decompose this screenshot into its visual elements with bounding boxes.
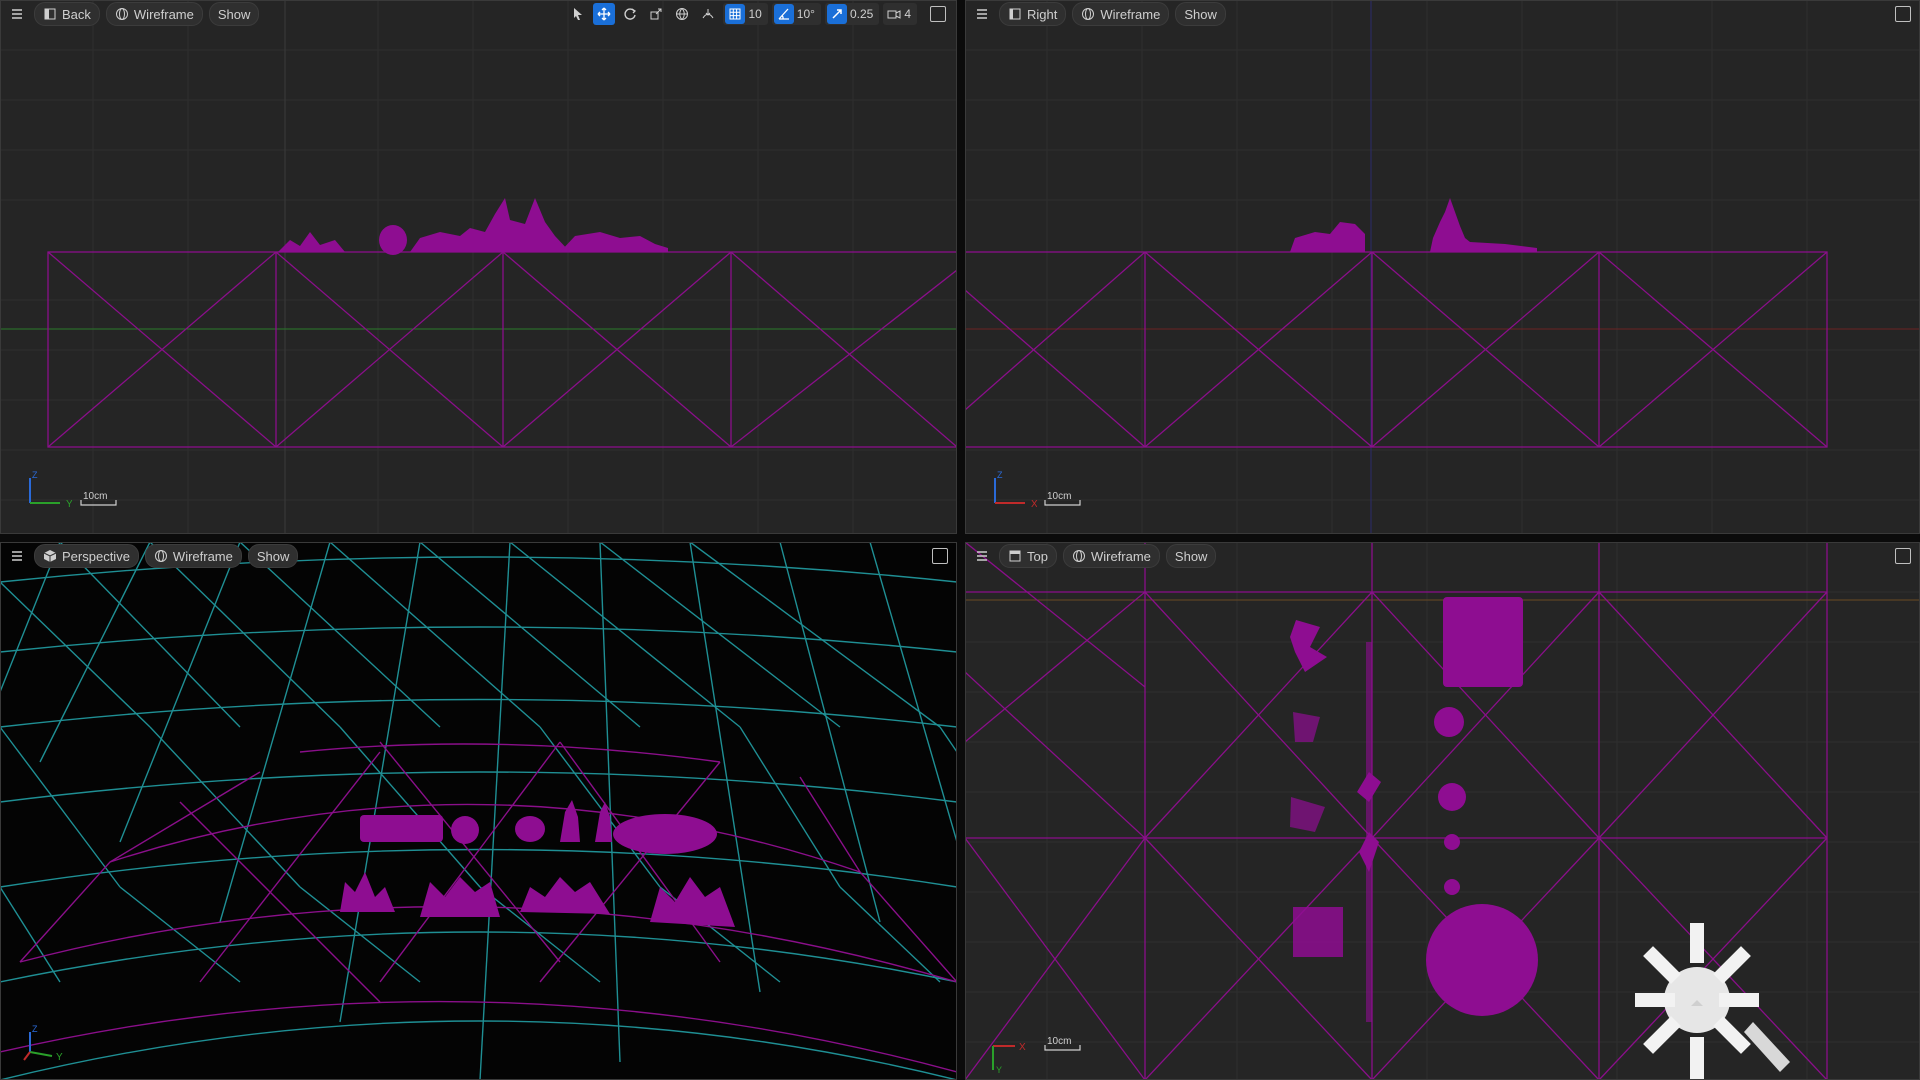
scale-snap-icon [826,4,847,24]
maximize-icon[interactable] [1892,545,1914,567]
grid-icon [725,4,746,24]
foliage-top [1290,597,1538,1022]
viewport-back[interactable]: Back Wireframe Show 10 10° 0.25 4 Y Z 10… [0,0,957,534]
hamburger-menu-icon[interactable] [971,545,993,567]
wireframe-sphere-icon [1082,8,1095,20]
show-button[interactable]: Show [208,2,260,26]
show-label: Show [1184,6,1217,22]
right-toolbar: Right Wireframe Show [965,0,1920,28]
wireframe-sphere-icon [1072,550,1085,562]
scale-bar [1044,1045,1081,1051]
maximize-icon[interactable] [1892,3,1914,25]
view-cube-icon [44,8,56,20]
show-button[interactable]: Show [1175,2,1226,26]
view-type-label: Perspective [62,548,130,564]
maximize-icon[interactable] [929,545,951,567]
angle-icon [773,4,794,24]
view-type-button[interactable]: Top [999,544,1057,568]
show-button[interactable]: Show [1165,544,1217,568]
scale-bar [1044,500,1081,506]
scale-snap-value: 0.25 [849,7,874,21]
rotation-snap-value: 10° [796,7,815,21]
viewport-top[interactable]: Top Wireframe Show X Y 10cm [965,542,1920,1080]
axis-x-label: X [1019,1042,1026,1053]
view-type-label: Right [1027,6,1058,22]
hamburger-menu-icon[interactable] [971,3,993,25]
show-label: Show [217,6,251,22]
view-cube-icon [1009,8,1021,20]
axis-indicator-top: X Y [992,1042,1026,1074]
view-mode-button[interactable]: Wireframe [1072,2,1170,26]
view-type-label: Back [62,6,91,22]
wireframe-sphere-icon [115,8,128,20]
surface-snap-icon[interactable] [697,3,719,25]
camera-speed-value: 4 [904,7,911,21]
axis-x-label: X [1031,499,1037,510]
axis-y-label: Y [996,1065,1002,1074]
perspective-scene[interactable] [0,542,957,1080]
perspective-cube-icon [43,550,57,562]
rotate-icon[interactable] [619,3,641,25]
view-mode-label: Wireframe [1090,548,1151,564]
maximize-icon[interactable] [927,3,949,25]
grid-snap-group[interactable]: 10 [723,3,768,25]
hamburger-menu-icon[interactable] [6,545,28,567]
axis-z-label: Z [32,470,38,480]
axis-indicator-back: Y Z [29,470,72,510]
select-arrow-icon[interactable] [567,3,589,25]
grid-snap-value: 10 [748,7,762,21]
wireframe-sphere-icon [154,550,167,562]
scale-icon[interactable] [645,3,667,25]
rotation-snap-group[interactable]: 10° [771,3,821,25]
right-scene[interactable] [965,0,1920,534]
perspective-toolbar: Perspective Wireframe Show [0,542,957,570]
axis-indicator-perspective: Y Z [23,1024,63,1062]
view-mode-label: Wireframe [133,6,194,22]
viewport-perspective[interactable]: Perspective Wireframe Show Y Z [0,542,957,1080]
view-type-button[interactable]: Perspective [34,544,139,568]
show-button[interactable]: Show [247,544,299,568]
show-label: Show [256,548,290,564]
view-type-label: Top [1027,548,1048,564]
top-toolbar: Top Wireframe Show [965,542,1920,570]
translate-arrows-icon[interactable] [593,3,616,25]
hamburger-menu-icon[interactable] [6,3,28,25]
axis-indicator-right: X Z [994,470,1037,510]
axis-y-label: Y [66,499,72,510]
scale-bar [80,500,117,506]
viewport-right[interactable]: Right Wireframe Show X Z 10cm [965,0,1920,534]
axis-y-label: Y [56,1052,63,1062]
view-mode-button[interactable]: Wireframe [144,544,242,568]
view-type-button[interactable]: Back [34,2,100,26]
view-mode-label: Wireframe [172,548,233,564]
transform-toolbar: 10 10° 0.25 4 [567,3,949,25]
view-type-button[interactable]: Right [999,2,1067,26]
back-toolbar: Back Wireframe Show 10 10° 0.25 4 [0,0,957,28]
axis-z-label: Z [997,470,1003,480]
world-globe-icon[interactable] [671,3,693,25]
cyan-wire-dome [0,542,957,1080]
scale-snap-group[interactable]: 0.25 [824,3,880,25]
view-mode-button[interactable]: Wireframe [1062,544,1160,568]
view-cube-icon [1009,550,1021,562]
axis-z-label: Z [32,1024,38,1034]
back-scene[interactable] [0,0,957,534]
camera-speed-group[interactable]: 4 [883,3,917,25]
view-mode-button[interactable]: Wireframe [105,2,203,26]
foliage-right [1290,198,1537,252]
camera-icon [887,10,901,19]
directional-light-icon[interactable] [1620,872,1850,1080]
show-label: Show [1174,548,1208,564]
view-mode-label: Wireframe [1100,6,1161,22]
